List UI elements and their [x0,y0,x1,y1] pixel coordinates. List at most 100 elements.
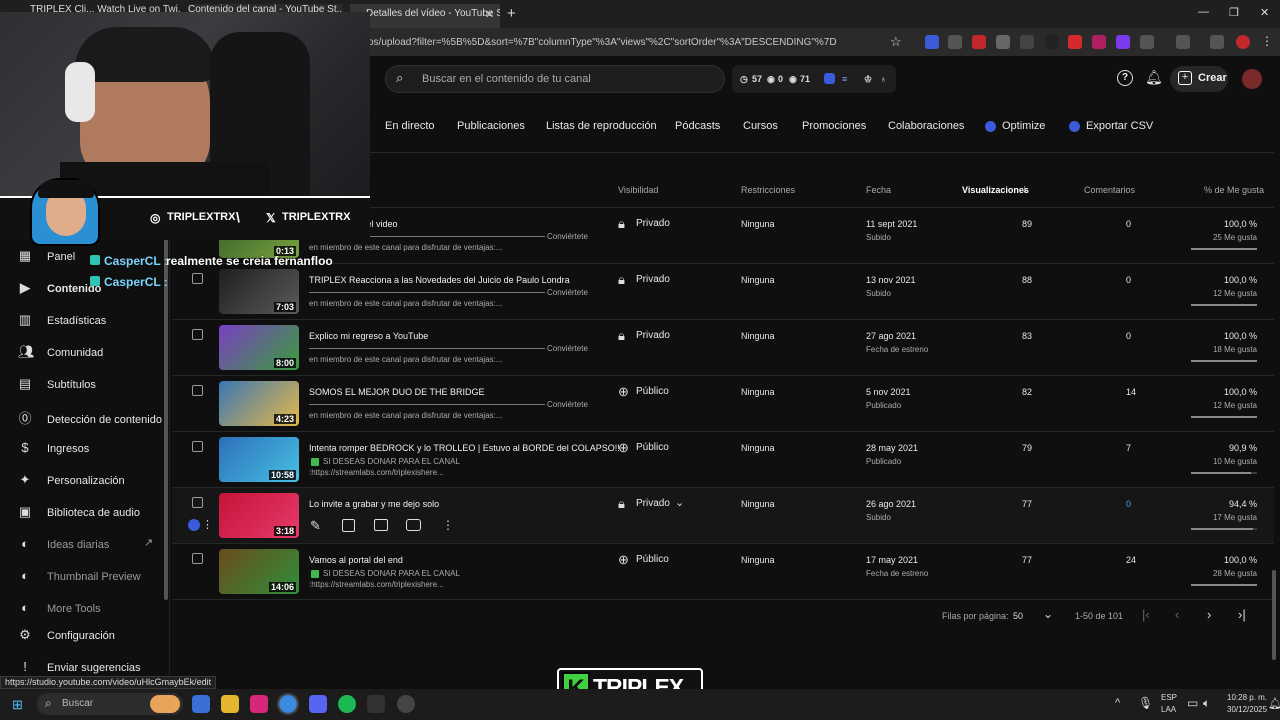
tab-listas[interactable]: Listas de reproducción [546,120,657,132]
visibility-status[interactable]: Privado [636,498,670,509]
table-row[interactable]: 4:23 SOMOS EL MEJOR DUO DE THE BRIDGE Conv… [172,376,1274,432]
extension-icon[interactable] [1210,35,1224,49]
row-checkbox[interactable] [192,497,203,508]
video-thumbnail[interactable]: 3:18 [219,493,299,538]
file-explorer-icon[interactable] [221,695,239,713]
language-layout[interactable]: LAA [1161,705,1176,714]
col-visualizaciones[interactable]: Visualizaciones [962,185,1029,195]
table-row[interactable]: 10:58 Intenta romper BEDROCK y lo TROLLEO… [172,432,1274,488]
sidebar-item-configuraci-n[interactable]: ⚙ Configuración [18,627,115,643]
sidebar-item-ideas-diarias[interactable]: ◐ Ideas diarias ↗ [18,536,153,551]
extension-icon[interactable] [1116,35,1130,49]
close-tab-icon[interactable]: ✕ [485,8,494,21]
video-title[interactable]: Explico mi regreso a YouTube [309,331,428,341]
col-me-gusta[interactable]: % de Me gusta [1204,185,1264,195]
col-fecha[interactable]: Fecha [866,185,891,195]
url-field[interactable]: os/upload?filter=%5B%5D&sort=%7B"columnT… [368,37,837,48]
sidebar-item-estad-sticas[interactable]: ▥ Estadísticas [18,312,106,328]
sidebar-item-comunidad[interactable]: 👥︎ Comunidad [18,344,103,360]
notifications-bell-icon[interactable]: 🔔︎ [1145,69,1163,86]
video-title[interactable]: SOMOS EL MEJOR DUO DE THE BRIDGE [309,387,485,397]
tab-publicaciones[interactable]: Publicaciones [457,120,525,132]
volume-icon[interactable]: 🔈︎ [1203,696,1210,711]
video-title[interactable]: TRIPLEX Reacciona a las Novedades del Ju… [309,275,570,285]
edit-pencil-icon[interactable]: ✎ [310,518,321,534]
video-thumbnail[interactable]: 4:23 [219,381,299,426]
bookmark-star-icon[interactable]: ☆ [890,34,902,50]
col-comentarios[interactable]: Comentarios [1084,185,1135,195]
chevron-up-icon[interactable]: ^ [1115,697,1120,709]
sidebar-item-subt-tulos[interactable]: ▤ Subtítulos [18,376,96,392]
network-icon[interactable]: ▭ [1187,696,1198,710]
optimize-row-icon[interactable] [188,519,200,531]
tab-colaboraciones[interactable]: Colaboraciones [888,120,964,132]
table-row[interactable]: 8:00 Explico mi regreso a YouTube Conviért… [172,320,1274,376]
prev-page-icon[interactable]: ‹ [1175,607,1179,622]
row-menu-icon[interactable]: ⋮ [202,518,213,531]
row-checkbox[interactable] [192,385,203,396]
tab-promociones[interactable]: Promociones [802,120,866,132]
chevron-down-icon[interactable]: ⌄ [1043,607,1053,621]
extension-icon[interactable] [1068,35,1082,49]
clock-time[interactable]: 10:28 p. m. [1227,693,1267,702]
last-page-icon[interactable]: ›| [1238,607,1246,622]
video-thumbnail[interactable]: 10:58 [219,437,299,482]
next-page-icon[interactable]: › [1207,607,1211,622]
row-checkbox[interactable] [192,273,203,284]
main-scrollbar[interactable] [1272,570,1276,660]
extension-icon[interactable] [996,35,1010,49]
video-thumbnail[interactable]: 8:00 [219,325,299,370]
microphone-icon[interactable]: 🎙︎ [1138,696,1153,710]
instagram-app-icon[interactable] [250,695,268,713]
spotify-icon[interactable] [338,695,356,713]
notifications-icon[interactable]: 🔔︎ [1268,697,1280,710]
video-title[interactable]: Lo invite a grabar y me dejo solo [309,499,439,509]
widgets-icon[interactable] [192,695,210,713]
tab-podcasts[interactable]: Pódcasts [675,120,720,132]
video-title[interactable]: Vamos al portal del end [309,555,403,565]
tab-en-directo[interactable]: En directo [385,120,435,132]
youtube-icon[interactable] [406,519,421,531]
table-row[interactable]: 3:18 Lo invite a grabar y me dejo solo ✎ ⋮ ⋮… [172,488,1274,544]
sidebar-item-ingresos[interactable]: $ Ingresos [18,440,89,455]
tab-exportar-csv[interactable]: Exportar CSV [1086,120,1153,132]
sidebar-item-more-tools[interactable]: ◐ More Tools [18,600,101,615]
obs-icon[interactable] [397,695,415,713]
menu-kebab-icon[interactable]: ⋮ [1261,34,1273,48]
extension-icon[interactable] [1045,35,1059,49]
epic-games-icon[interactable] [367,695,385,713]
sidebar-item-thumbnail-preview[interactable]: ◐ Thumbnail Preview [18,568,140,583]
profile-icon[interactable] [1236,35,1250,49]
sidebar-item-biblioteca-de-audio[interactable]: ▣ Biblioteca de audio [18,504,140,520]
extension-icon[interactable] [1020,35,1034,49]
sidebar-item-personalizaci-n[interactable]: ✦ Personalización [18,472,125,488]
comments-icon[interactable] [374,519,388,531]
row-checkbox[interactable] [192,553,203,564]
new-tab-icon[interactable]: + [507,5,516,22]
col-restricciones[interactable]: Restricciones [741,185,795,195]
browser-tab-detalles[interactable]: Detalles del vídeo - YouTube St... [350,4,500,28]
clock-date[interactable]: 30/12/2025 [1227,705,1267,714]
maximize-icon[interactable]: ❐ [1229,6,1239,19]
avatar[interactable] [1242,69,1262,89]
tab-cursos[interactable]: Cursos [743,120,778,132]
minimize-icon[interactable]: — [1198,6,1209,18]
analytics-icon[interactable] [342,519,355,532]
table-row[interactable]: 14:06 Vamos al portal del end SI DESEAS DO… [172,544,1274,600]
windows-start-icon[interactable]: ⊞ [12,697,23,713]
extension-icon[interactable] [1176,35,1190,49]
sidebar-item-enviar-sugerencias[interactable]: ! Enviar sugerencias [18,659,140,674]
video-thumbnail[interactable]: 14:06 [219,549,299,594]
video-thumbnail[interactable]: 7:03 [219,269,299,314]
extension-icon[interactable] [972,35,986,49]
sidebar-item-detecci-n-de-contenido[interactable]: ⓪ Detección de contenido [18,408,161,427]
sidebar-item-contenido[interactable]: ▶ Contenido [18,280,101,296]
options-kebab-icon[interactable]: ⋮ [442,518,454,532]
row-checkbox[interactable] [192,441,203,452]
help-icon[interactable]: ? [1117,70,1133,86]
language-code[interactable]: ESP [1161,693,1177,702]
table-row[interactable]: 7:03 TRIPLEX Reacciona a las Novedades de… [172,264,1274,320]
sidebar-item-panel[interactable]: ▦ Panel [18,248,75,264]
discord-icon[interactable] [309,695,327,713]
row-checkbox[interactable] [192,329,203,340]
